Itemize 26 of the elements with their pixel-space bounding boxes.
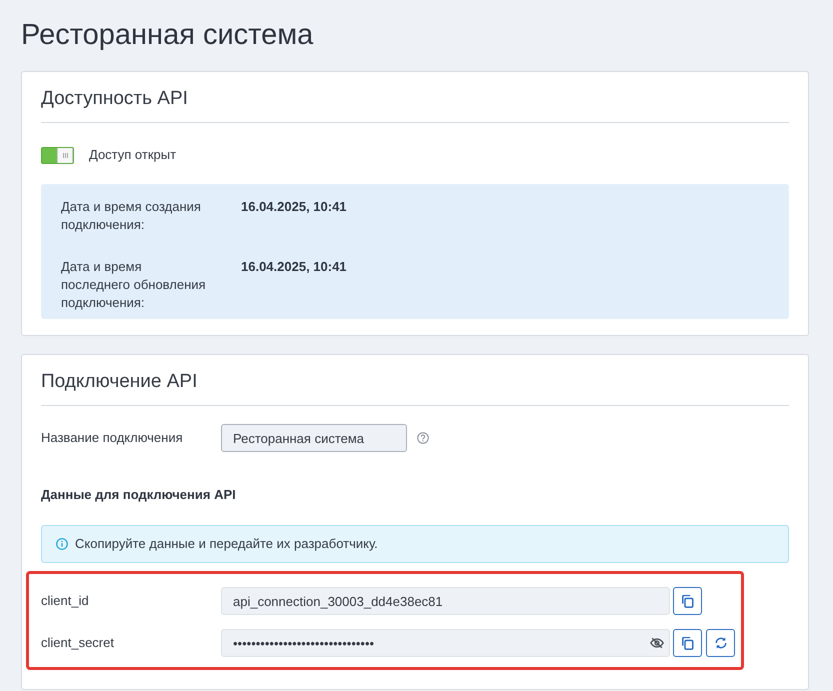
refresh-icon bbox=[714, 637, 726, 649]
eye-slash-icon[interactable] bbox=[650, 636, 664, 650]
field-label: Название подключения bbox=[41, 429, 183, 447]
detail-label: Дата и время последнего обновления подключения: bbox=[61, 258, 207, 312]
detail-value: 16.04.2025, 10:41 bbox=[241, 198, 347, 216]
refresh-button[interactable] bbox=[706, 629, 735, 657]
toggle-switch[interactable] bbox=[41, 146, 74, 164]
copy-icon bbox=[682, 636, 694, 650]
notice-text: Скопируйте данные и передайте их разработчику. bbox=[75, 535, 378, 553]
field-label: client_id bbox=[41, 592, 89, 610]
secret-field[interactable]: ••••••••••••••••••••••••••••••• bbox=[221, 629, 670, 657]
detail-label: Дата и время создания подключения: bbox=[61, 198, 202, 234]
info-icon bbox=[56, 538, 68, 550]
name-field[interactable]: Ресторанная система bbox=[221, 424, 407, 452]
detail-value: 16.04.2025, 10:41 bbox=[241, 258, 347, 276]
card-title: Доступность API bbox=[41, 87, 188, 111]
copy-icon bbox=[682, 594, 694, 608]
field-label: client_secret bbox=[41, 634, 114, 652]
section-heading: Данные для подключения API bbox=[41, 486, 236, 504]
page-title: Ресторанная система bbox=[21, 18, 314, 53]
copy-button[interactable] bbox=[673, 587, 702, 615]
copy-button[interactable] bbox=[673, 629, 702, 657]
help-icon[interactable] bbox=[417, 432, 429, 444]
client-id-field[interactable]: api_connection_30003_dd4e38ec81 bbox=[221, 587, 670, 615]
card-title: Подключение API bbox=[41, 370, 198, 394]
toggle-label: Доступ открыт bbox=[89, 146, 176, 164]
